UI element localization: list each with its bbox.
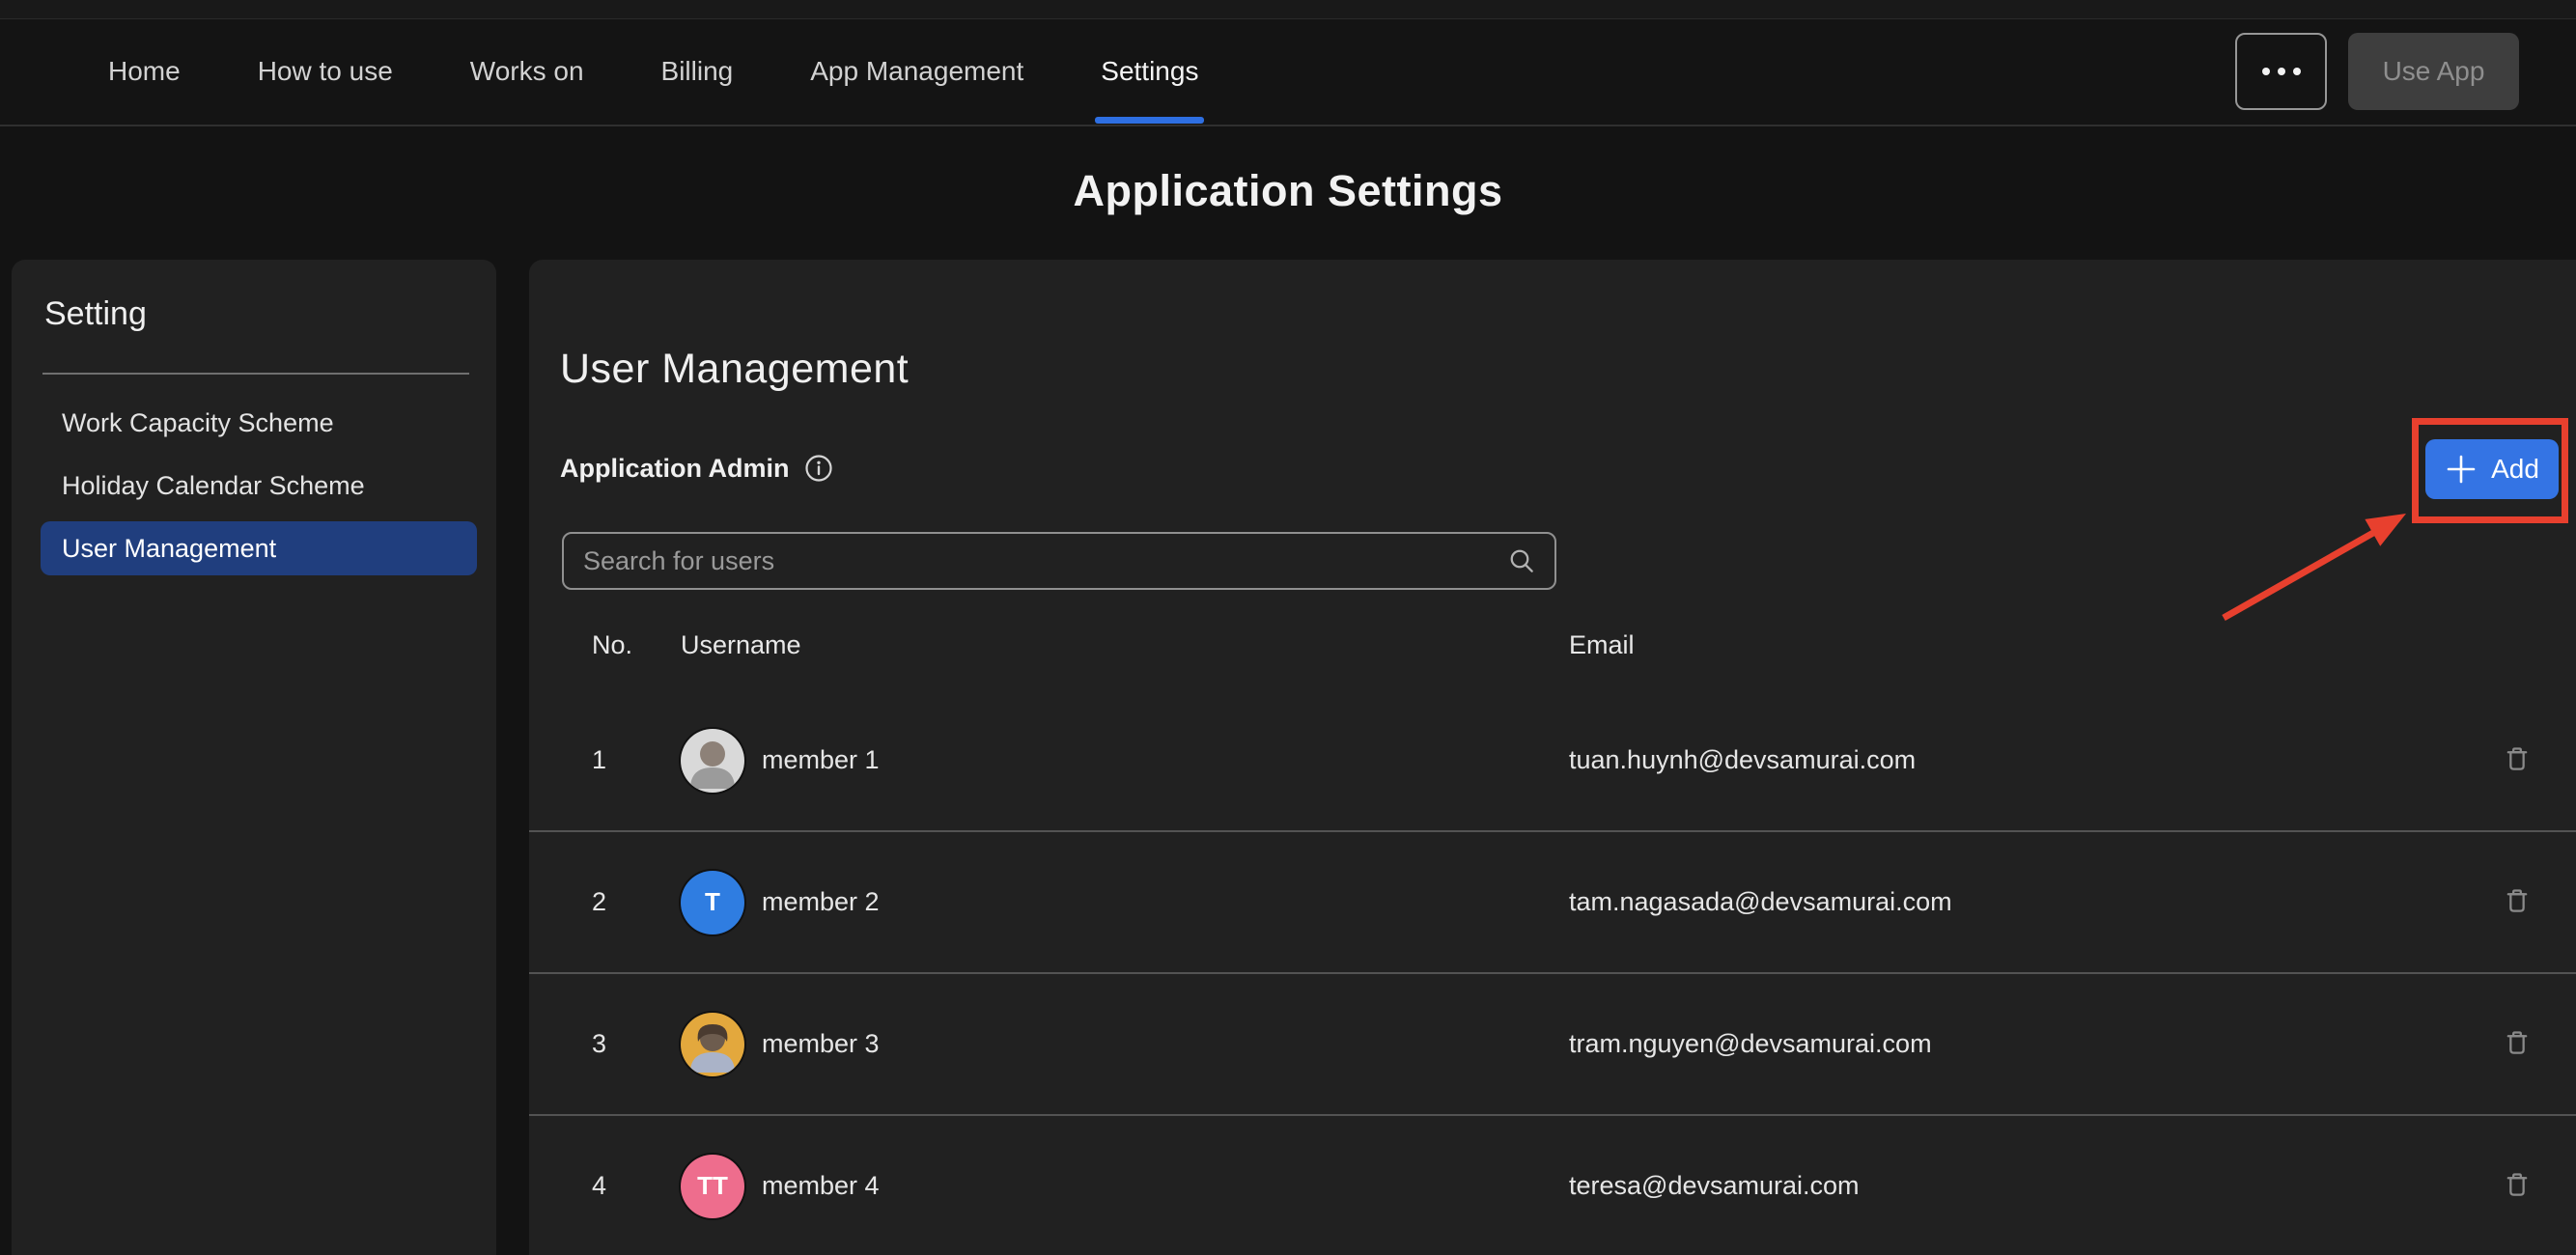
nav-item-app-management[interactable]: App Management <box>810 19 1023 124</box>
avatar: T <box>681 871 744 934</box>
delete-user-button[interactable] <box>2497 1022 2537 1066</box>
trash-icon <box>2501 1026 2534 1059</box>
avatar <box>681 1013 744 1076</box>
table-row: 1 member 1 tuan.huynh@devsamurai.com <box>529 690 2576 832</box>
search-input[interactable] <box>583 546 1506 576</box>
row-number: 3 <box>592 1029 681 1059</box>
username: member 2 <box>762 887 880 917</box>
column-header-no: No. <box>592 630 681 660</box>
row-number: 2 <box>592 887 681 917</box>
sidebar-list: Work Capacity Scheme Holiday Calendar Sc… <box>41 396 477 584</box>
add-button[interactable]: Add <box>2425 439 2559 499</box>
table-row: 2 T member 2 tam.nagasada@devsamurai.com <box>529 832 2576 974</box>
more-button[interactable] <box>2235 33 2327 110</box>
app-header: Home How to use Works on Billing App Man… <box>0 0 2576 126</box>
username: member 1 <box>762 745 880 775</box>
avatar-initials: T <box>705 887 720 917</box>
delete-user-button[interactable] <box>2497 1164 2537 1208</box>
trash-icon <box>2501 1168 2534 1201</box>
user-table: No. Username Email 1 member 1 tuan.huy <box>529 623 2576 1255</box>
search-icon <box>1506 545 1537 576</box>
column-header-username: Username <box>681 630 1569 660</box>
sidebar-item-user-management[interactable]: User Management <box>41 521 477 575</box>
row-number: 1 <box>592 745 681 775</box>
application-admin-label: Application Admin <box>560 454 790 484</box>
email: tam.nagasada@devsamurai.com <box>1569 887 2476 917</box>
avatar: TT <box>681 1155 744 1218</box>
avatar <box>681 729 744 793</box>
sidebar-heading: Setting <box>44 295 147 333</box>
delete-user-button[interactable] <box>2497 739 2537 782</box>
email: tuan.huynh@devsamurai.com <box>1569 745 2476 775</box>
table-row: 4 TT member 4 teresa@devsamurai.com <box>529 1116 2576 1255</box>
nav-item-billing[interactable]: Billing <box>661 19 734 124</box>
trash-icon <box>2501 884 2534 917</box>
email: tram.nguyen@devsamurai.com <box>1569 1029 2476 1059</box>
email: teresa@devsamurai.com <box>1569 1171 2476 1201</box>
nav-item-settings[interactable]: Settings <box>1101 19 1198 124</box>
table-row: 3 member 3 tram.nguyen@devsamurai.com <box>529 974 2576 1116</box>
person-photo-icon <box>681 729 744 793</box>
plus-icon <box>2445 453 2478 486</box>
info-icon[interactable] <box>804 454 833 483</box>
application-admin-row: Application Admin <box>560 449 833 488</box>
search-box <box>562 532 1556 590</box>
application-settings-page: Home How to use Works on Billing App Man… <box>0 0 2576 1255</box>
nav-actions: Use App <box>2235 33 2519 110</box>
avatar-initials: TT <box>697 1171 728 1201</box>
delete-user-button[interactable] <box>2497 880 2537 924</box>
page-title: Application Settings <box>0 166 2576 216</box>
primary-nav: Home How to use Works on Billing App Man… <box>0 19 2576 124</box>
nav-item-home[interactable]: Home <box>108 19 181 124</box>
sidebar-item-holiday-calendar-scheme[interactable]: Holiday Calendar Scheme <box>41 459 477 513</box>
sidebar-item-work-capacity-scheme[interactable]: Work Capacity Scheme <box>41 396 477 450</box>
username: member 3 <box>762 1029 880 1059</box>
table-header-row: No. Username Email <box>529 623 2576 667</box>
row-number: 4 <box>592 1171 681 1201</box>
nav-item-how-to-use[interactable]: How to use <box>258 19 393 124</box>
settings-sidebar: Setting Work Capacity Scheme Holiday Cal… <box>12 260 496 1255</box>
person-photo-icon <box>681 1013 744 1076</box>
top-strip <box>0 0 2576 19</box>
user-management-panel: User Management Application Admin Add <box>529 260 2576 1255</box>
add-button-label: Add <box>2491 454 2539 485</box>
trash-icon <box>2501 742 2534 775</box>
ellipsis-icon <box>2262 68 2270 75</box>
username: member 4 <box>762 1171 880 1201</box>
sidebar-divider <box>42 373 469 375</box>
nav-item-works-on[interactable]: Works on <box>470 19 584 124</box>
panel-heading: User Management <box>560 346 909 393</box>
use-app-button[interactable]: Use App <box>2348 33 2519 110</box>
column-header-email: Email <box>1569 630 2476 660</box>
